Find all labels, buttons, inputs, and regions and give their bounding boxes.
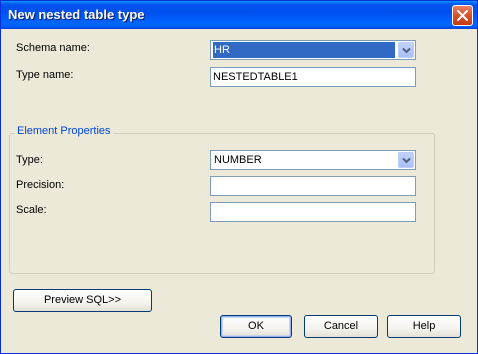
help-button[interactable]: Help bbox=[387, 315, 461, 338]
schema-dropdown-button[interactable] bbox=[398, 42, 414, 58]
type-label: Type: bbox=[16, 154, 43, 166]
element-properties-legend: Element Properties bbox=[15, 125, 113, 137]
precision-input[interactable] bbox=[210, 176, 416, 196]
chevron-down-icon bbox=[402, 47, 411, 54]
type-name-input[interactable]: NESTEDTABLE1 bbox=[210, 67, 416, 87]
schema-name-label: Schema name: bbox=[16, 42, 90, 54]
close-icon bbox=[457, 10, 468, 21]
schema-name-value: HR bbox=[213, 42, 395, 58]
cancel-button[interactable]: Cancel bbox=[304, 315, 378, 338]
title-bar[interactable]: New nested table type bbox=[1, 1, 477, 29]
type-select[interactable]: NUMBER bbox=[210, 150, 416, 170]
dialog-window: New nested table type Schema name: HR Ty… bbox=[0, 0, 478, 354]
preview-sql-button[interactable]: Preview SQL>> bbox=[13, 289, 152, 312]
close-button[interactable] bbox=[452, 5, 473, 26]
dialog-title: New nested table type bbox=[8, 7, 145, 22]
ok-button[interactable]: OK bbox=[220, 315, 292, 338]
precision-label: Precision: bbox=[16, 179, 65, 191]
type-dropdown-button[interactable] bbox=[398, 152, 414, 168]
type-name-label: Type name: bbox=[16, 69, 74, 81]
scale-label: Scale: bbox=[16, 204, 47, 216]
type-value: NUMBER bbox=[214, 154, 262, 166]
schema-name-select[interactable]: HR bbox=[210, 40, 416, 60]
dialog-body: Schema name: HR Type name: NESTEDTABLE1 … bbox=[4, 29, 474, 350]
chevron-down-icon bbox=[402, 157, 411, 164]
scale-input[interactable] bbox=[210, 202, 416, 222]
